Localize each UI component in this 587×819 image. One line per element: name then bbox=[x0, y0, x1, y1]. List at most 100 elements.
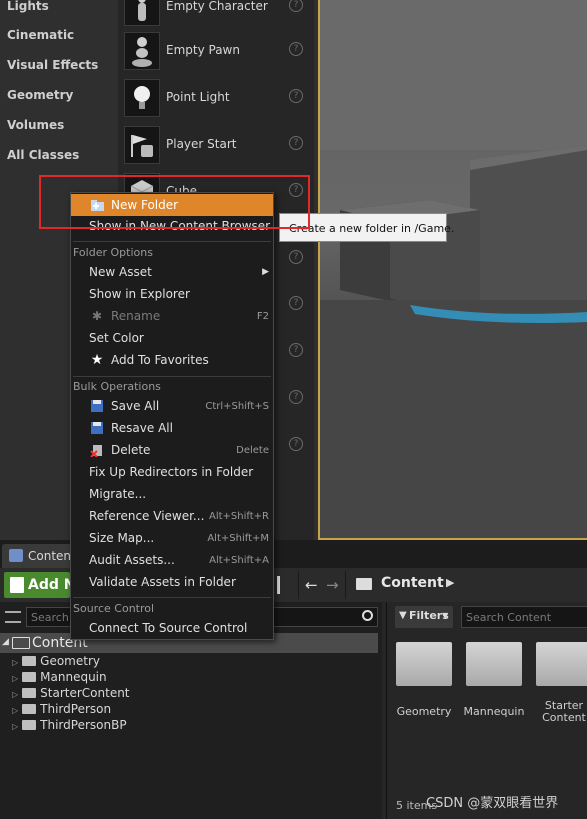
asset-tile-geometry[interactable]: Geometry bbox=[393, 642, 455, 718]
menu-item-validate-assets[interactable]: Validate Assets in Folder bbox=[71, 571, 273, 593]
collapse-arrow-icon[interactable]: ▷ bbox=[12, 706, 18, 715]
pawn-icon bbox=[124, 32, 160, 70]
menu-label: Set Color bbox=[89, 331, 144, 345]
asset-search-placeholder: Search Content bbox=[466, 611, 552, 624]
asset-search-input[interactable]: Search Content bbox=[461, 606, 587, 628]
forward-arrow-icon[interactable]: → bbox=[326, 576, 339, 594]
level-viewport[interactable] bbox=[318, 0, 587, 540]
actor-row-empty-character[interactable]: Empty Character ? bbox=[118, 0, 314, 30]
menu-item-migrate[interactable]: Migrate... bbox=[71, 483, 273, 505]
back-arrow-icon[interactable]: ← bbox=[305, 576, 318, 594]
save-disk-icon bbox=[89, 421, 105, 435]
folder-icon bbox=[22, 720, 37, 730]
star-icon: ★ bbox=[90, 352, 104, 368]
tree-row[interactable]: ▷ Geometry bbox=[12, 654, 100, 670]
help-icon[interactable]: ? bbox=[289, 89, 303, 103]
help-icon[interactable]: ? bbox=[289, 0, 303, 12]
category-all-classes[interactable]: All Classes bbox=[7, 148, 79, 162]
folder-icon bbox=[356, 578, 372, 590]
collapse-arrow-icon[interactable]: ▷ bbox=[12, 658, 18, 667]
menu-item-connect-source-control[interactable]: Connect To Source Control bbox=[71, 617, 273, 639]
section-header-source-control: Source Control bbox=[73, 602, 155, 615]
help-icon[interactable]: ? bbox=[289, 437, 303, 451]
menu-item-rename[interactable]: ✱ Rename F2 bbox=[71, 305, 273, 327]
tile-label: Mannequin bbox=[463, 705, 525, 718]
breadcrumb-content[interactable]: Content bbox=[381, 575, 444, 591]
menu-item-show-in-explorer[interactable]: Show in Explorer bbox=[71, 283, 273, 305]
viewport-scene[interactable] bbox=[320, 0, 587, 538]
tile-label: Geometry bbox=[396, 705, 452, 718]
tab-label: Conten bbox=[28, 549, 72, 563]
menu-item-set-color[interactable]: Set Color bbox=[71, 327, 273, 349]
menu-item-add-to-favorites[interactable]: ★ Add To Favorites bbox=[71, 349, 273, 371]
tree-toggle-icon[interactable] bbox=[5, 611, 21, 623]
tree-row[interactable]: ▷ Mannequin bbox=[12, 670, 107, 686]
actor-row-player-start[interactable]: Player Start ? bbox=[118, 122, 314, 168]
character-icon bbox=[124, 0, 160, 26]
category-volumes[interactable]: Volumes bbox=[7, 118, 64, 132]
menu-item-delete[interactable]: Delete Delete bbox=[71, 439, 273, 461]
section-header-bulk-operations: Bulk Operations bbox=[73, 380, 161, 393]
expand-arrow-icon[interactable]: ◢ bbox=[2, 637, 9, 647]
menu-item-size-map[interactable]: Size Map... Alt+Shift+M bbox=[71, 527, 273, 549]
menu-label: Add To Favorites bbox=[111, 353, 209, 367]
filter-funnel-icon: ▼ bbox=[399, 610, 407, 621]
menu-label: Resave All bbox=[111, 421, 173, 435]
breadcrumb-chevron-icon[interactable]: ▶ bbox=[446, 576, 454, 589]
collapse-arrow-icon[interactable]: ▷ bbox=[12, 722, 18, 731]
light-bulb-icon bbox=[124, 79, 160, 117]
tab-content-browser[interactable]: Conten bbox=[2, 544, 72, 568]
tree-search-placeholder: Search bbox=[31, 611, 69, 624]
menu-item-audit-assets[interactable]: Audit Assets... Alt+Shift+A bbox=[71, 549, 273, 571]
actor-row-point-light[interactable]: Point Light ? bbox=[118, 75, 314, 121]
menu-shortcut: F2 bbox=[256, 311, 269, 322]
search-icon[interactable] bbox=[362, 610, 373, 621]
menu-shortcut: Ctrl+Shift+S bbox=[205, 401, 269, 412]
tile-label: Starter Content bbox=[542, 699, 586, 724]
menu-separator bbox=[73, 241, 271, 242]
help-icon[interactable]: ? bbox=[289, 390, 303, 404]
help-icon[interactable]: ? bbox=[289, 136, 303, 150]
asset-tile-mannequin[interactable]: Mannequin bbox=[463, 642, 525, 718]
help-icon[interactable]: ? bbox=[289, 343, 303, 357]
rename-icon: ✱ bbox=[91, 309, 103, 323]
tree-row[interactable]: ▷ ThirdPerson bbox=[12, 702, 111, 718]
help-icon[interactable]: ? bbox=[289, 250, 303, 264]
category-cinematic[interactable]: Cinematic bbox=[7, 28, 74, 42]
menu-item-reference-viewer[interactable]: Reference Viewer... Alt+Shift+R bbox=[71, 505, 273, 527]
collapse-arrow-icon[interactable]: ▷ bbox=[12, 690, 18, 699]
filters-button[interactable]: ▼ Filters ▼ bbox=[395, 606, 453, 628]
asset-tile-starter-content[interactable]: Starter Content bbox=[533, 642, 587, 724]
menu-label: Connect To Source Control bbox=[89, 621, 248, 635]
add-new-button[interactable]: Add N bbox=[4, 572, 75, 598]
folder-icon bbox=[22, 704, 37, 714]
category-geometry[interactable]: Geometry bbox=[7, 88, 73, 102]
menu-item-fix-up-redirectors[interactable]: Fix Up Redirectors in Folder bbox=[71, 461, 273, 483]
section-header-folder-options: Folder Options bbox=[73, 246, 153, 259]
menu-label: Delete bbox=[111, 443, 151, 457]
category-lights[interactable]: Lights bbox=[7, 0, 49, 13]
menu-separator bbox=[73, 597, 271, 598]
actor-label: Empty Pawn bbox=[166, 43, 240, 57]
tree-row[interactable]: ▷ StarterContent bbox=[12, 686, 130, 702]
menu-label: Fix Up Redirectors in Folder bbox=[89, 465, 254, 479]
menu-label: New Asset bbox=[89, 265, 152, 279]
actor-row-empty-pawn[interactable]: Empty Pawn ? bbox=[118, 28, 314, 74]
folder-icon bbox=[22, 656, 37, 666]
menu-label: Size Map... bbox=[89, 531, 155, 545]
category-visual-effects[interactable]: Visual Effects bbox=[7, 58, 98, 72]
menu-item-resave-all[interactable]: Resave All bbox=[71, 417, 273, 439]
menu-item-new-asset[interactable]: New Asset ▶ bbox=[71, 261, 273, 283]
menu-item-save-all[interactable]: Save All Ctrl+Shift+S bbox=[71, 395, 273, 417]
folder-icon bbox=[466, 642, 522, 686]
actor-label: Point Light bbox=[166, 90, 230, 104]
collapse-arrow-icon[interactable]: ▷ bbox=[12, 674, 18, 683]
tree-row[interactable]: ▷ ThirdPersonBP bbox=[12, 718, 127, 734]
menu-label: Reference Viewer... bbox=[89, 509, 205, 523]
help-icon[interactable]: ? bbox=[289, 296, 303, 310]
menu-label: Save All bbox=[111, 399, 160, 413]
chevron-down-icon: ▼ bbox=[442, 611, 449, 620]
content-browser-icon bbox=[9, 549, 23, 562]
help-icon[interactable]: ? bbox=[289, 42, 303, 56]
menu-label: Rename bbox=[111, 309, 161, 323]
